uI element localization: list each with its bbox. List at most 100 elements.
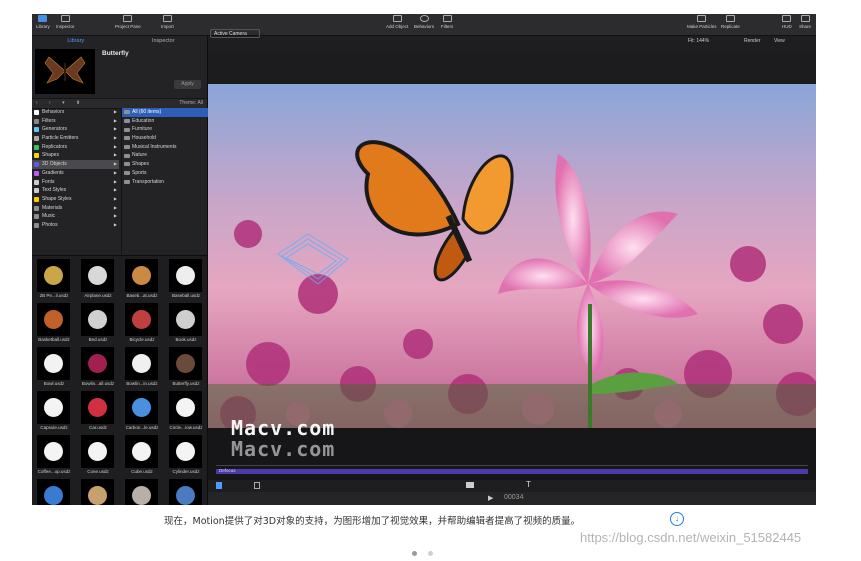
subcategory-label: Sports bbox=[132, 169, 147, 176]
textstyles-icon bbox=[34, 188, 39, 194]
library-item[interactable]: Baseb...at.usdz bbox=[120, 258, 164, 302]
download-icon[interactable]: ↓ bbox=[670, 512, 684, 526]
project-pane-button[interactable]: Project Pane bbox=[115, 15, 141, 34]
page-dot[interactable] bbox=[428, 551, 433, 556]
library-item[interactable]: Cylinder.usdz bbox=[164, 434, 208, 478]
subcategory-item[interactable]: Household bbox=[122, 134, 208, 143]
category-item[interactable]: Music ▶ bbox=[32, 212, 119, 221]
library-item[interactable]: Carbon...le.usdz bbox=[120, 390, 164, 434]
apply-button[interactable]: Apply bbox=[174, 80, 201, 89]
library-item[interactable]: Cube.usdz bbox=[120, 434, 164, 478]
library-item[interactable]: Bed.usdz bbox=[76, 302, 120, 346]
category-item[interactable]: Photos ▶ bbox=[32, 221, 119, 230]
category-item[interactable]: Shapes ▶ bbox=[32, 151, 119, 160]
text-tool-icon[interactable]: T bbox=[526, 480, 531, 489]
canvas-viewport[interactable] bbox=[208, 84, 816, 428]
library-item[interactable]: Butterfly.usdz bbox=[164, 346, 208, 390]
shapestyles-icon bbox=[34, 196, 39, 202]
item-object-icon bbox=[132, 398, 151, 417]
nav-arrows-icon[interactable]: ‹ › ▾ ⬍ bbox=[36, 99, 85, 108]
hud-button[interactable]: HUD bbox=[782, 15, 792, 34]
category-item[interactable]: Gradients ▶ bbox=[32, 169, 119, 178]
add-object-button[interactable]: Add Object bbox=[386, 15, 408, 34]
category-item[interactable]: Fonts ▶ bbox=[32, 178, 119, 187]
share-button[interactable]: Share bbox=[799, 15, 811, 34]
library-item[interactable]: Book.usdz bbox=[164, 302, 208, 346]
library-item[interactable]: Bicycle.usdz bbox=[120, 302, 164, 346]
item-object-icon bbox=[132, 442, 151, 461]
library-item[interactable]: DNA.usdz bbox=[32, 478, 76, 505]
view-menu[interactable]: View bbox=[774, 38, 785, 44]
category-item[interactable]: Filters ▶ bbox=[32, 117, 119, 126]
library-item[interactable]: Car.usdz bbox=[76, 390, 120, 434]
category-item[interactable]: Materials ▶ bbox=[32, 204, 119, 213]
theme-dropdown[interactable]: Theme: All bbox=[179, 99, 203, 108]
render-menu[interactable]: Render bbox=[744, 38, 760, 44]
folder-icon bbox=[124, 162, 130, 167]
behaviors-icon bbox=[34, 110, 39, 115]
subcategory-item[interactable]: Musical Instruments bbox=[122, 143, 208, 152]
library-item[interactable]: Earth.usdz bbox=[164, 478, 208, 505]
category-item[interactable]: Shape Styles ▶ bbox=[32, 195, 119, 204]
item-label: Basketball.usdz bbox=[38, 337, 70, 342]
replicate-button[interactable]: Replicate bbox=[721, 15, 740, 34]
page-dot[interactable] bbox=[412, 551, 417, 556]
active-camera-dropdown[interactable]: Active Camera bbox=[210, 29, 260, 38]
library-item[interactable]: Basketball.usdz bbox=[32, 302, 76, 346]
category-item[interactable]: Text Styles ▶ bbox=[32, 186, 119, 195]
filters-icon bbox=[34, 118, 39, 124]
subcategory-item[interactable]: Education bbox=[122, 117, 208, 126]
subcategory-item[interactable]: Nature bbox=[122, 151, 208, 160]
chevron-right-icon: ▶ bbox=[113, 117, 117, 123]
library-item[interactable]: Circle...row.usdz bbox=[164, 390, 208, 434]
category-item[interactable]: 3D Objects ▶ bbox=[32, 160, 119, 169]
item-object-icon bbox=[176, 442, 195, 461]
category-item[interactable]: Replicators ▶ bbox=[32, 143, 119, 152]
subcategory-item[interactable]: Shapes bbox=[122, 160, 208, 169]
caption-text: 现在，Motion提供了对3D对象的支持，为图形增加了视觉效果，并帮助编辑者提高… bbox=[164, 516, 581, 527]
item-label: Circle...row.usdz bbox=[169, 425, 203, 430]
subcategory-label: Nature bbox=[132, 152, 148, 159]
item-label: Butterfly.usdz bbox=[172, 381, 200, 386]
subcategory-item[interactable]: All (60 items) bbox=[122, 108, 208, 117]
library-button[interactable]: Library bbox=[36, 15, 50, 34]
library-item[interactable]: Airplane.usdz bbox=[76, 258, 120, 302]
make-particles-button[interactable]: Make Particles bbox=[687, 15, 717, 34]
pan-tool-icon[interactable] bbox=[254, 482, 260, 489]
library-item[interactable]: Docum...er.usdz bbox=[76, 478, 120, 505]
library-item[interactable]: Baseball.usdz bbox=[164, 258, 208, 302]
item-grid: 2B Pe...il.usdz Airplane.usdz Baseb...at.u… bbox=[32, 255, 207, 505]
tab-inspector[interactable]: Inspector bbox=[120, 36, 208, 47]
scene-image bbox=[208, 84, 816, 428]
category-item[interactable]: Behaviors ▶ bbox=[32, 108, 119, 117]
filters-button[interactable]: Filters bbox=[441, 15, 453, 34]
category-item[interactable]: Generators ▶ bbox=[32, 125, 119, 134]
item-label: Airplane.usdz bbox=[84, 293, 112, 298]
tab-library[interactable]: Library bbox=[32, 36, 120, 47]
library-item[interactable]: Bowl.usdz bbox=[32, 346, 76, 390]
library-item[interactable]: Capsule.usdz bbox=[32, 390, 76, 434]
subcategory-item[interactable]: Sports bbox=[122, 169, 208, 178]
subcategory-label: Household bbox=[132, 135, 156, 142]
rectangle-tool-icon[interactable] bbox=[466, 482, 474, 488]
item-thumbnail bbox=[81, 303, 114, 336]
library-item[interactable]: Drum.usdz bbox=[120, 478, 164, 505]
library-item[interactable]: Cone.usdz bbox=[76, 434, 120, 478]
import-button[interactable]: Import bbox=[161, 15, 174, 34]
chevron-right-icon: ▶ bbox=[113, 178, 117, 184]
library-item[interactable]: Coffee...up.usdz bbox=[32, 434, 76, 478]
library-item[interactable]: Bowlin...all.usdz bbox=[76, 346, 120, 390]
subcategory-item[interactable]: Transportation bbox=[122, 178, 208, 187]
subcategory-list: All (60 items) Education Furniture Househol… bbox=[121, 108, 208, 254]
fit-zoom[interactable]: Fit: 144% bbox=[688, 38, 709, 44]
play-button-icon[interactable]: ▶ bbox=[488, 494, 493, 502]
timeline-track[interactable]: Defocus bbox=[216, 468, 808, 474]
category-item[interactable]: Particle Emitters ▶ bbox=[32, 134, 119, 143]
select-tool-icon[interactable] bbox=[216, 482, 222, 489]
library-item[interactable]: 2B Pe...il.usdz bbox=[32, 258, 76, 302]
inspector-button[interactable]: Inspector bbox=[56, 15, 75, 34]
item-object-icon bbox=[132, 486, 151, 505]
library-item[interactable]: Bowlin...in.usdz bbox=[120, 346, 164, 390]
subcategory-item[interactable]: Furniture bbox=[122, 125, 208, 134]
behaviors-button[interactable]: Behaviors bbox=[414, 15, 434, 34]
